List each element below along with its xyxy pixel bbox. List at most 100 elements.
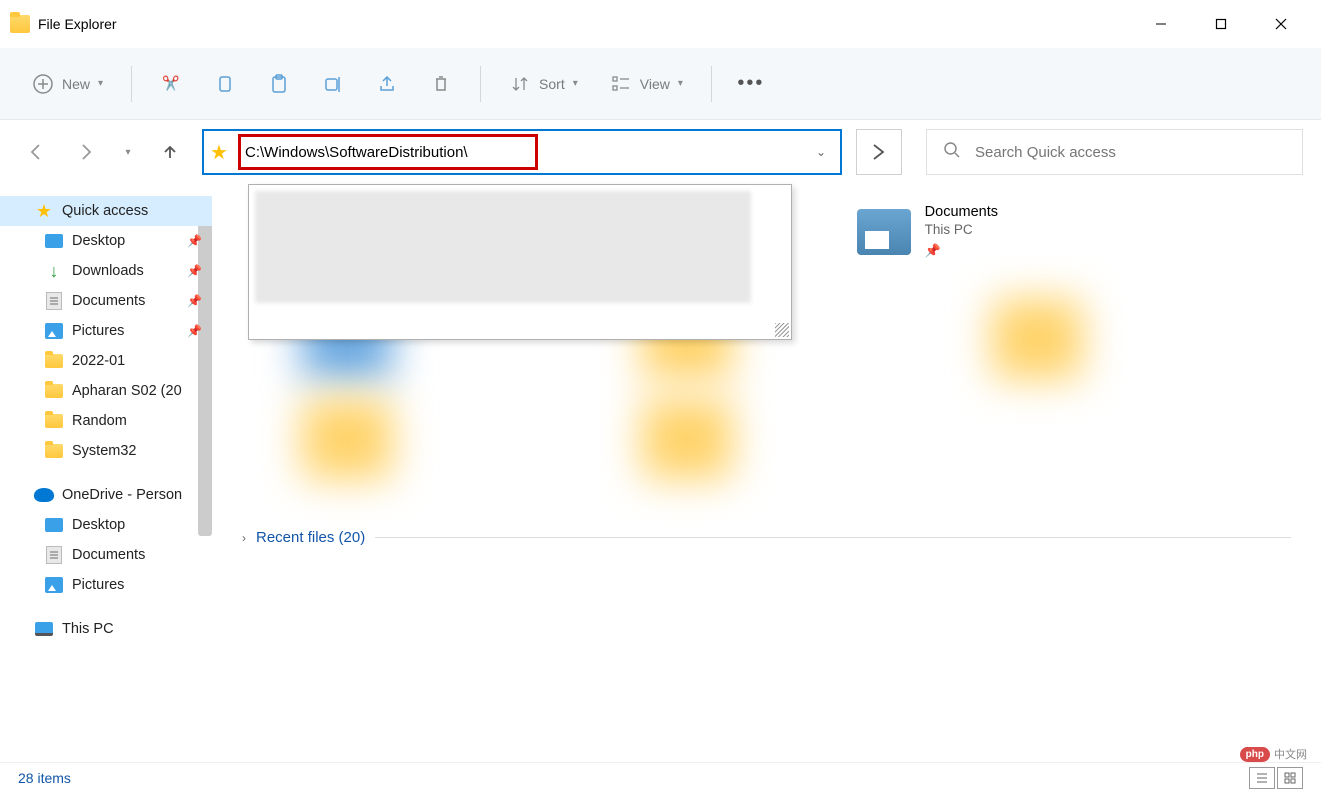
plus-circle-icon	[32, 73, 54, 95]
sidebar-item-onedrive[interactable]: OneDrive - Person	[0, 480, 212, 510]
pc-icon	[35, 622, 53, 636]
pin-icon: 📌	[187, 324, 202, 338]
desktop-icon	[45, 518, 63, 532]
document-icon	[46, 546, 62, 564]
divider	[375, 537, 1291, 538]
pin-icon: 📌	[925, 243, 998, 259]
statusbar: 28 items	[0, 762, 1321, 792]
watermark-text: 中文网	[1274, 746, 1307, 762]
recent-files-header[interactable]: › Recent files (20)	[242, 529, 1291, 546]
share-button[interactable]	[364, 65, 410, 103]
folder-icon	[45, 384, 63, 398]
separator	[480, 66, 481, 102]
app-icon	[10, 15, 30, 33]
chevron-down-icon: ▾	[98, 78, 103, 89]
sidebar-label: This PC	[62, 621, 114, 637]
share-icon	[376, 73, 398, 95]
delete-button[interactable]	[418, 65, 464, 103]
chevron-right-icon: ›	[242, 531, 246, 545]
sidebar-label: Documents	[72, 293, 145, 309]
sidebar-label: Desktop	[72, 233, 125, 249]
resize-grip-icon[interactable]	[775, 323, 789, 337]
go-button[interactable]	[856, 129, 902, 175]
maximize-button[interactable]	[1191, 4, 1251, 44]
separator	[711, 66, 712, 102]
sidebar: ★ Quick access Desktop 📌 ↓ Downloads 📌 D…	[0, 184, 212, 762]
sidebar-item-quick-access[interactable]: ★ Quick access	[0, 196, 212, 226]
documents-folder-icon	[857, 209, 911, 255]
sort-button[interactable]: Sort ▾	[497, 65, 590, 103]
sidebar-item-documents[interactable]: Documents 📌	[0, 286, 212, 316]
rename-button[interactable]	[310, 65, 356, 103]
chevron-down-icon[interactable]: ⌄	[816, 145, 826, 159]
address-bar[interactable]: ★ ⌄	[202, 129, 842, 175]
titlebar: File Explorer	[0, 0, 1321, 48]
sidebar-item-pictures[interactable]: Pictures 📌	[0, 316, 212, 346]
clipboard-icon	[268, 73, 290, 95]
up-button[interactable]	[152, 134, 188, 170]
chevron-down-icon: ▾	[678, 78, 683, 89]
star-icon: ★	[210, 140, 234, 165]
search-box[interactable]	[926, 129, 1303, 175]
back-button[interactable]	[18, 134, 54, 170]
watermark: php 中文网	[1240, 746, 1307, 762]
watermark-badge: php	[1240, 747, 1270, 762]
view-label: View	[640, 76, 670, 92]
sidebar-item-onedrive-pictures[interactable]: Pictures	[0, 570, 212, 600]
close-button[interactable]	[1251, 4, 1311, 44]
search-icon	[943, 141, 961, 164]
view-icons-button[interactable]	[1277, 767, 1303, 789]
sidebar-item-folder[interactable]: Apharan S02 (20	[0, 376, 212, 406]
sidebar-item-folder[interactable]: System32	[0, 436, 212, 466]
window-title: File Explorer	[38, 16, 117, 32]
sidebar-item-onedrive-desktop[interactable]: Desktop	[0, 510, 212, 540]
sidebar-item-this-pc[interactable]: This PC	[0, 614, 212, 644]
new-label: New	[62, 76, 90, 92]
view-button[interactable]: View ▾	[598, 65, 695, 103]
pictures-icon	[45, 577, 63, 593]
search-input[interactable]	[975, 144, 1286, 161]
sidebar-item-folder[interactable]: 2022-01	[0, 346, 212, 376]
address-autocomplete[interactable]	[248, 184, 792, 340]
document-icon	[46, 292, 62, 310]
toolbar: New ▾ ✂️ Sort ▾ View ▾ •••	[0, 48, 1321, 120]
minimize-button[interactable]	[1131, 4, 1191, 44]
desktop-icon	[45, 234, 63, 248]
download-icon: ↓	[44, 262, 64, 280]
sidebar-item-folder[interactable]: Random	[0, 406, 212, 436]
sort-label: Sort	[539, 76, 565, 92]
folder-icon	[45, 354, 63, 368]
scissors-icon: ✂️	[160, 73, 182, 95]
sidebar-label: Pictures	[72, 323, 124, 339]
tile-name: Documents	[925, 204, 998, 220]
trash-icon	[430, 73, 452, 95]
recent-dropdown[interactable]: ▾	[118, 134, 138, 170]
sidebar-item-downloads[interactable]: ↓ Downloads 📌	[0, 256, 212, 286]
folder-icon	[45, 444, 63, 458]
recent-label: Recent files (20)	[256, 529, 365, 546]
view-icon	[610, 73, 632, 95]
sidebar-label: Quick access	[62, 203, 148, 219]
folder-icon	[45, 414, 63, 428]
autocomplete-list	[255, 191, 751, 303]
sidebar-item-onedrive-documents[interactable]: Documents	[0, 540, 212, 570]
forward-button[interactable]	[68, 134, 104, 170]
paste-button[interactable]	[256, 65, 302, 103]
address-input[interactable]	[245, 144, 531, 161]
rename-icon	[322, 73, 344, 95]
sort-icon	[509, 73, 531, 95]
copy-button[interactable]	[202, 65, 248, 103]
new-button[interactable]: New ▾	[20, 65, 115, 103]
sidebar-label: Apharan S02 (20	[72, 383, 182, 399]
more-button[interactable]: •••	[728, 65, 774, 103]
sidebar-item-desktop[interactable]: Desktop 📌	[0, 226, 212, 256]
folder-tile-documents[interactable]: Documents This PC 📌	[857, 204, 998, 259]
pictures-icon	[45, 323, 63, 339]
sidebar-label: 2022-01	[72, 353, 125, 369]
cut-button[interactable]: ✂️	[148, 65, 194, 103]
view-details-button[interactable]	[1249, 767, 1275, 789]
separator	[131, 66, 132, 102]
star-icon: ★	[34, 202, 54, 220]
sidebar-label: Documents	[72, 547, 145, 563]
cloud-icon	[34, 488, 54, 502]
